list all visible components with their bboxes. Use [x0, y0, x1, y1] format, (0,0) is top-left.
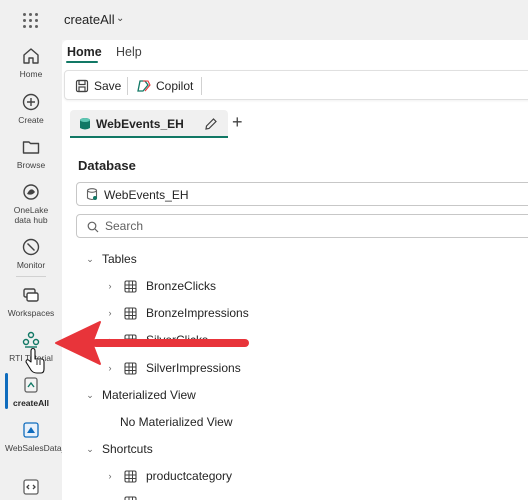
tree-item-table[interactable]: › BronzeImpressions	[104, 303, 249, 323]
tree-item-table[interactable]: › SilverClicks	[104, 330, 209, 350]
toolbar-divider	[127, 77, 128, 95]
rail-item-browse[interactable]: Browse	[0, 137, 62, 170]
chevron-right-icon[interactable]: ›	[104, 363, 116, 373]
rail-item-rti-tutorial[interactable]: RTI Tutorial	[0, 330, 62, 363]
code-icon	[23, 479, 39, 495]
rail-item-createall[interactable]: createAll	[0, 375, 62, 408]
active-tab-indicator	[66, 61, 98, 63]
onelake-icon	[23, 184, 39, 200]
rail-item-code[interactable]	[0, 477, 62, 497]
chevron-down-icon[interactable]: ⌄	[116, 13, 124, 24]
chevron-right-icon[interactable]: ›	[104, 471, 116, 481]
workspaces-icon	[23, 288, 39, 302]
table-icon	[124, 279, 137, 293]
chevron-right-icon[interactable]: ›	[104, 308, 116, 318]
lakehouse-icon	[23, 422, 39, 438]
table-icon	[124, 333, 137, 347]
search-box	[76, 214, 528, 238]
monitor-icon	[22, 238, 40, 256]
rail-item-home[interactable]: Home	[0, 46, 62, 79]
tree-node-shortcuts[interactable]: ⌄ Shortcuts	[84, 439, 152, 459]
chevron-right-icon[interactable]: ›	[104, 335, 116, 345]
eventhouse-icon	[24, 377, 38, 393]
chevron-down-icon[interactable]: ⌄	[84, 444, 96, 455]
materialized-view-empty: No Materialized View	[120, 415, 233, 429]
shortcut-table-icon	[124, 469, 137, 483]
database-outline-icon	[86, 188, 98, 201]
rail-item-create[interactable]: Create	[0, 92, 62, 125]
copilot-icon	[137, 80, 151, 92]
rail-item-onelake[interactable]: OneLake data hub	[0, 182, 62, 225]
database-icon	[80, 118, 90, 130]
copilot-button[interactable]: Copilot	[137, 77, 193, 95]
main-panel: Home Help Save Copilot WebEvents_EH + Da…	[62, 40, 528, 500]
rail-divider	[16, 276, 46, 277]
top-bar: createAll ⌄	[0, 0, 528, 40]
database-heading: Database	[78, 158, 136, 173]
rti-tutorial-icon	[22, 331, 40, 348]
edit-icon[interactable]	[204, 117, 218, 131]
left-rail: Home Create Browse OneLake data hub Moni…	[0, 40, 77, 500]
tree-item-shortcut[interactable]: ›	[104, 492, 146, 500]
add-circle-icon	[22, 93, 40, 111]
table-icon	[124, 306, 137, 320]
add-tab-button[interactable]: +	[232, 112, 243, 132]
toolbar: Save Copilot	[64, 70, 528, 100]
table-icon	[124, 361, 137, 375]
rail-item-workspaces[interactable]: Workspaces	[0, 285, 62, 318]
chevron-right-icon[interactable]: ›	[104, 281, 116, 291]
toolbar-divider	[201, 77, 202, 95]
shortcut-table-icon	[124, 495, 137, 500]
folder-icon	[22, 141, 40, 154]
tab-webevents-eh[interactable]: WebEvents_EH	[70, 110, 228, 138]
tree-node-tables[interactable]: ⌄ Tables	[84, 249, 136, 269]
save-button[interactable]: Save	[75, 77, 121, 95]
search-input[interactable]	[105, 218, 405, 234]
chevron-down-icon[interactable]: ⌄	[84, 390, 96, 401]
rail-item-monitor[interactable]: Monitor	[0, 237, 62, 270]
tree-item-shortcut[interactable]: › productcategory	[104, 466, 233, 486]
database-select[interactable]: WebEvents_EH	[76, 182, 528, 206]
tree-node-materialized-view[interactable]: ⌄ Materialized View	[84, 385, 196, 405]
save-icon	[75, 79, 89, 93]
tab-home[interactable]: Home	[67, 45, 102, 59]
app-launcher-icon[interactable]	[22, 12, 38, 28]
rail-item-websalesdata-lh[interactable]: WebSalesData_LH	[0, 420, 77, 453]
tree-item-table[interactable]: › BronzeClicks	[104, 276, 217, 296]
home-icon	[23, 48, 39, 64]
chevron-down-icon[interactable]: ⌄	[84, 254, 96, 265]
app-title[interactable]: createAll	[64, 12, 115, 27]
search-icon	[87, 221, 99, 233]
tab-help[interactable]: Help	[116, 45, 142, 59]
tree-item-table[interactable]: › SilverImpressions	[104, 358, 241, 378]
